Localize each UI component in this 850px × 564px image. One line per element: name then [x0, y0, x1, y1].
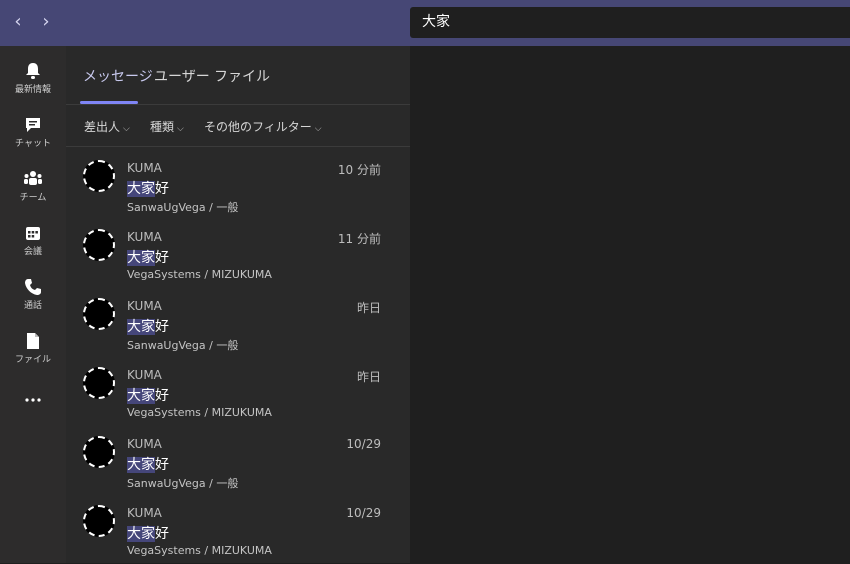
phone-icon — [25, 279, 41, 295]
search-highlight: 大家 — [127, 388, 155, 404]
result-message: 大家好 — [127, 319, 169, 335]
result-time: 昨日 — [356, 301, 381, 315]
bell-icon — [26, 63, 40, 79]
rail-label: チーム — [19, 193, 47, 203]
result-author: KUMA — [127, 161, 162, 175]
tab-users[interactable]: ユーザー — [154, 66, 210, 86]
result-time: 10/29 — [346, 437, 381, 451]
result-location: SanwaUgVega / 一般 — [127, 339, 239, 352]
result-location: VegaSystems / MIZUKUMA — [127, 544, 272, 557]
file-icon — [27, 333, 39, 349]
more-apps-button[interactable] — [0, 378, 66, 426]
tab-files[interactable]: ファイル — [214, 66, 270, 86]
search-highlight: 大家 — [127, 457, 155, 473]
result-time: 昨日 — [356, 370, 381, 384]
rail-item-files[interactable]: ファイル — [0, 324, 66, 372]
filter-bar: 差出人 ⌵ 種類 ⌵ その他のフィルター ⌵ — [66, 105, 410, 147]
search-results-panel: メッセージ ユーザー ファイル 差出人 ⌵ 種類 ⌵ その他のフィルター ⌵ KUMA… — [66, 46, 410, 563]
chevron-down-icon: ⌵ — [177, 124, 184, 134]
result-location: VegaSystems / MIZUKUMA — [127, 406, 272, 419]
active-tab-indicator — [80, 101, 138, 104]
more-dots-icon — [25, 398, 41, 402]
avatar — [83, 367, 115, 399]
rail-label: 通話 — [23, 301, 42, 311]
result-tabs: メッセージ ユーザー ファイル — [66, 46, 410, 105]
rail-item-teams[interactable]: チーム — [0, 162, 66, 210]
search-input[interactable]: 大家 — [410, 7, 850, 38]
result-location: SanwaUgVega / 一般 — [127, 201, 239, 214]
rail-item-calendar[interactable]: 会議 — [0, 216, 66, 264]
result-item[interactable]: KUMA 昨日 大家好 VegaSystems / MIZUKUMA — [66, 357, 410, 426]
result-item[interactable]: KUMA 昨日 大家好 SanwaUgVega / 一般 — [66, 288, 410, 357]
result-time: 10/29 — [346, 506, 381, 520]
rail-item-activity[interactable]: 最新情報 — [0, 54, 66, 102]
rail-label: チャット — [15, 139, 51, 149]
result-author: KUMA — [127, 299, 162, 313]
search-highlight: 大家 — [127, 250, 155, 266]
avatar — [83, 298, 115, 330]
result-location: SanwaUgVega / 一般 — [127, 477, 239, 490]
filter-type[interactable]: 種類 ⌵ — [150, 118, 184, 135]
teams-icon — [24, 171, 42, 185]
result-item[interactable]: KUMA 11 分前 大家好 VegaSystems / MIZUKUMA — [66, 219, 410, 288]
search-highlight: 大家 — [127, 526, 155, 542]
chat-icon — [26, 118, 40, 132]
result-message: 大家好 — [127, 457, 169, 473]
tab-messages[interactable]: メッセージ — [83, 66, 153, 86]
result-item[interactable]: KUMA 10 分前 大家好 SanwaUgVega / 一般 — [66, 150, 410, 219]
filter-more[interactable]: その他のフィルター ⌵ — [204, 118, 322, 135]
avatar — [83, 160, 115, 192]
rail-item-chat[interactable]: チャット — [0, 108, 66, 156]
app-rail: 最新情報 チャット チーム 会議 通話 ファイル — [0, 46, 66, 563]
forward-arrow-icon[interactable]: › — [36, 12, 56, 32]
result-author: KUMA — [127, 368, 162, 382]
result-time: 11 分前 — [337, 232, 381, 246]
chevron-down-icon: ⌵ — [123, 124, 130, 134]
result-time: 10 分前 — [337, 163, 381, 177]
result-item[interactable]: KUMA 10/29 大家好 VegaSystems / MIZUKUMA — [66, 495, 410, 564]
result-location: VegaSystems / MIZUKUMA — [127, 268, 272, 281]
back-arrow-icon[interactable]: ‹ — [8, 12, 28, 32]
result-author: KUMA — [127, 506, 162, 520]
avatar — [83, 229, 115, 261]
result-author: KUMA — [127, 437, 162, 451]
result-message: 大家好 — [127, 181, 169, 197]
rail-label: 最新情報 — [14, 85, 51, 95]
rail-item-calls[interactable]: 通話 — [0, 270, 66, 318]
rail-label: 会議 — [23, 247, 42, 257]
rail-label: ファイル — [14, 355, 51, 365]
title-bar: ‹ › 大家 — [0, 0, 850, 46]
result-message: 大家好 — [127, 526, 169, 542]
result-message: 大家好 — [127, 388, 169, 404]
avatar — [83, 505, 115, 537]
result-item[interactable]: KUMA 10/29 大家好 SanwaUgVega / 一般 — [66, 426, 410, 495]
search-highlight: 大家 — [127, 181, 155, 197]
chevron-down-icon: ⌵ — [314, 124, 322, 134]
search-highlight: 大家 — [127, 319, 155, 335]
filter-sender[interactable]: 差出人 ⌵ — [84, 118, 130, 135]
avatar — [83, 436, 115, 468]
result-message: 大家好 — [127, 250, 169, 266]
calendar-icon — [26, 227, 40, 240]
result-author: KUMA — [127, 230, 162, 244]
detail-pane — [410, 46, 850, 563]
